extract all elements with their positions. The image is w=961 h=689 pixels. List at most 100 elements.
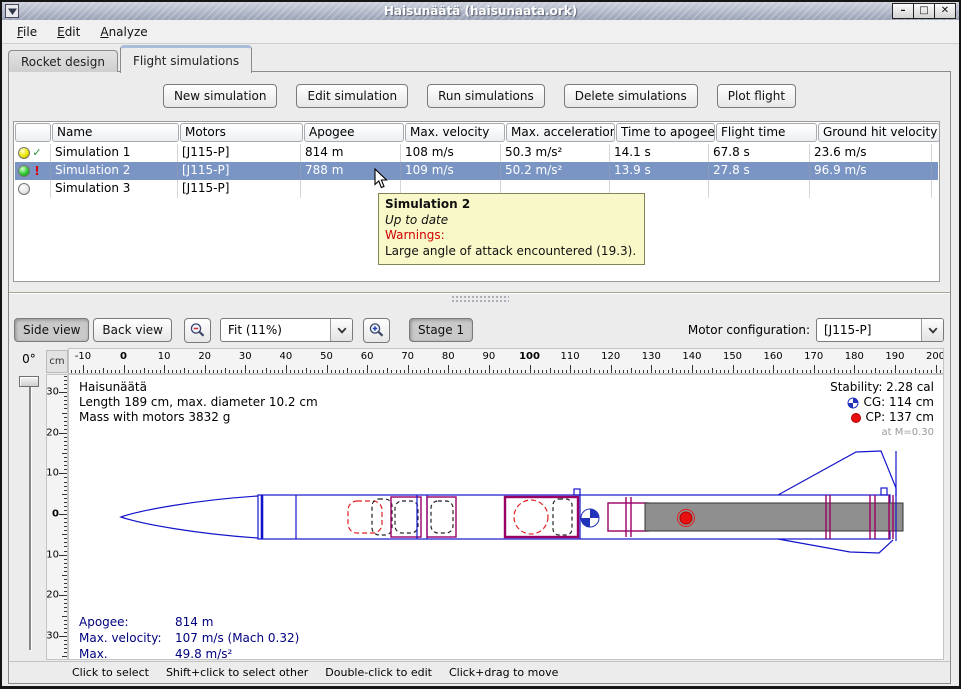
inner-tube[interactable] bbox=[427, 497, 456, 537]
column-header-apogee[interactable]: Apogee bbox=[304, 123, 404, 142]
ruler-label: 120 bbox=[601, 351, 620, 362]
ruler-tick bbox=[290, 370, 291, 373]
tooltip-warnings-label: Warnings: bbox=[385, 228, 636, 244]
edit-simulation-button[interactable]: Edit simulation bbox=[296, 84, 408, 108]
zoom-select[interactable]: Fit (11%) bbox=[220, 318, 353, 342]
fin-top[interactable] bbox=[778, 451, 896, 496]
table-header: NameMotorsApogeeMax. velocityMax. accele… bbox=[15, 123, 938, 142]
motor-mount-tube[interactable] bbox=[608, 503, 648, 531]
motor-configuration-select[interactable]: [J115-P] bbox=[816, 318, 944, 342]
ruler-tick bbox=[188, 370, 189, 373]
ruler-tick bbox=[651, 365, 652, 373]
ruler-tick bbox=[915, 368, 916, 373]
ruler-tick bbox=[387, 368, 388, 373]
rotation-slider-thumb[interactable] bbox=[19, 376, 39, 387]
ruler-tick bbox=[64, 526, 67, 527]
menu-analyze[interactable]: Analyze bbox=[90, 21, 157, 43]
ruler-tick bbox=[684, 370, 685, 373]
ruler-tick bbox=[64, 502, 67, 503]
launch-lug[interactable] bbox=[881, 488, 887, 495]
ruler-tick bbox=[534, 370, 535, 373]
back-view-button[interactable]: Back view bbox=[93, 318, 172, 342]
table-row[interactable]: !Simulation 2[J115-P]788 m109 m/s50.2 m/… bbox=[15, 162, 938, 180]
ruler-tick bbox=[64, 510, 67, 511]
new-simulation-button[interactable]: New simulation bbox=[163, 84, 278, 108]
ruler-tick bbox=[64, 388, 67, 389]
ruler-tick bbox=[789, 370, 790, 373]
titlebar[interactable]: Haisunäätä (haisunaata.ork) – □ ✕ bbox=[2, 2, 959, 20]
menu-edit[interactable]: Edit bbox=[47, 21, 90, 43]
rotation-slider[interactable] bbox=[12, 376, 46, 656]
ruler-tick bbox=[899, 370, 900, 373]
stage-1-button[interactable]: Stage 1 bbox=[409, 318, 473, 342]
parachute-symbol[interactable] bbox=[348, 501, 382, 533]
delete-simulations-button[interactable]: Delete simulations bbox=[564, 84, 698, 108]
ruler-tick bbox=[424, 370, 425, 373]
tab-flight-simulations[interactable]: Flight simulations bbox=[120, 45, 252, 73]
ruler-tick bbox=[64, 522, 67, 523]
motor-configuration-value: [J115-P] bbox=[817, 323, 921, 337]
column-header-max-velocity[interactable]: Max. velocity bbox=[405, 123, 505, 142]
zoom-out-button[interactable] bbox=[184, 318, 211, 343]
ruler-tick bbox=[160, 370, 161, 373]
window-menu-icon[interactable] bbox=[5, 4, 19, 18]
ruler-tick bbox=[538, 370, 539, 373]
design-info-line: Haisunäätä bbox=[79, 380, 318, 395]
launch-lug[interactable] bbox=[574, 489, 580, 495]
ruler-tick bbox=[635, 370, 636, 373]
column-header-time-to-apogee[interactable]: Time to apogee bbox=[616, 123, 715, 142]
column-header-name[interactable]: Name bbox=[52, 123, 179, 142]
ruler-tick bbox=[639, 370, 640, 373]
mass-object[interactable] bbox=[395, 501, 418, 533]
ruler-tick bbox=[875, 368, 876, 373]
zoom-in-button[interactable] bbox=[363, 318, 390, 343]
ruler-tick bbox=[193, 370, 194, 373]
minimize-button[interactable]: – bbox=[893, 4, 913, 18]
split-pane-divider[interactable] bbox=[451, 295, 509, 304]
ruler-tick bbox=[663, 370, 664, 373]
ruler-tick bbox=[692, 365, 693, 373]
ruler-label: -10 bbox=[75, 351, 91, 362]
run-simulations-button[interactable]: Run simulations bbox=[427, 84, 545, 108]
ruler-tick bbox=[64, 640, 67, 641]
ruler-tick bbox=[278, 370, 279, 373]
ruler-tick bbox=[765, 370, 766, 373]
table-row[interactable]: ✓Simulation 1[J115-P]814 m108 m/s50.3 m/… bbox=[15, 144, 938, 162]
ruler-tick bbox=[59, 392, 67, 393]
column-header-flight-time[interactable]: Flight time bbox=[716, 123, 817, 142]
ruler-tick bbox=[428, 368, 429, 373]
column-header-motors[interactable]: Motors bbox=[180, 123, 303, 142]
ruler-label: 150 bbox=[723, 351, 742, 362]
ruler-tick bbox=[286, 365, 287, 373]
plot-flight-button[interactable]: Plot flight bbox=[717, 84, 796, 108]
menu-file[interactable]: File bbox=[7, 21, 47, 43]
ruler-tick bbox=[266, 368, 267, 373]
side-view-button[interactable]: Side view bbox=[14, 318, 89, 342]
mass-object[interactable] bbox=[431, 501, 453, 533]
column-header-ground-hit-velocity[interactable]: Ground hit velocity bbox=[818, 123, 940, 142]
fin-bottom[interactable] bbox=[778, 539, 893, 553]
shock-cord-symbol[interactable] bbox=[372, 499, 392, 535]
ruler-tick bbox=[225, 368, 226, 373]
ruler-tick bbox=[180, 370, 181, 373]
ruler-tick bbox=[391, 370, 392, 373]
ruler-tick bbox=[59, 636, 67, 637]
tab-rocket-design[interactable]: Rocket design bbox=[8, 50, 118, 72]
ruler-label: 190 bbox=[885, 351, 904, 362]
nose-cone[interactable] bbox=[121, 496, 258, 538]
mass-object[interactable] bbox=[553, 499, 572, 535]
tooltip-title: Simulation 2 bbox=[385, 197, 636, 213]
ruler-label: 0 bbox=[120, 351, 127, 362]
column-header-max-acceleration[interactable]: Max. acceleration bbox=[506, 123, 615, 142]
rocket-canvas[interactable]: HaisunäätäLength 189 cm, max. diameter 1… bbox=[68, 374, 944, 660]
ruler-tick bbox=[64, 457, 67, 458]
close-button[interactable]: ✕ bbox=[935, 4, 955, 18]
maximize-button[interactable]: □ bbox=[914, 4, 934, 18]
ruler-tick bbox=[862, 370, 863, 373]
column-header-status[interactable] bbox=[15, 123, 51, 142]
parachute-symbol[interactable] bbox=[514, 500, 548, 534]
ruler-tick bbox=[64, 587, 67, 588]
ruler-tick bbox=[91, 370, 92, 373]
ruler-tick bbox=[806, 370, 807, 373]
table-cell bbox=[709, 180, 810, 198]
